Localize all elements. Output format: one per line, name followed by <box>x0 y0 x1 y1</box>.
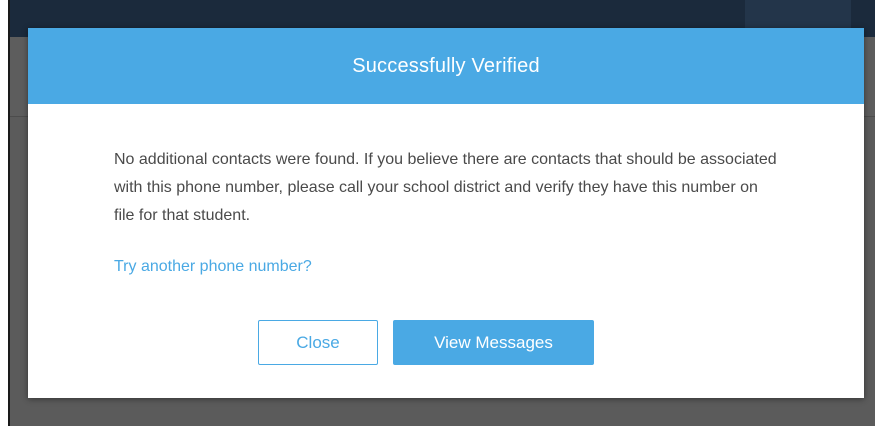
close-button[interactable]: Close <box>258 320 378 365</box>
modal-message: No additional contacts were found. If yo… <box>114 151 777 224</box>
view-messages-button[interactable]: View Messages <box>393 320 594 365</box>
modal-body: No additional contacts were found. If yo… <box>28 104 864 276</box>
modal-actions: Close View Messages <box>28 320 864 365</box>
try-another-phone-link[interactable]: Try another phone number? <box>114 258 312 276</box>
modal-header: Successfully Verified <box>28 28 864 104</box>
verification-modal: Successfully Verified No additional cont… <box>28 28 864 398</box>
modal-title: Successfully Verified <box>352 54 540 77</box>
